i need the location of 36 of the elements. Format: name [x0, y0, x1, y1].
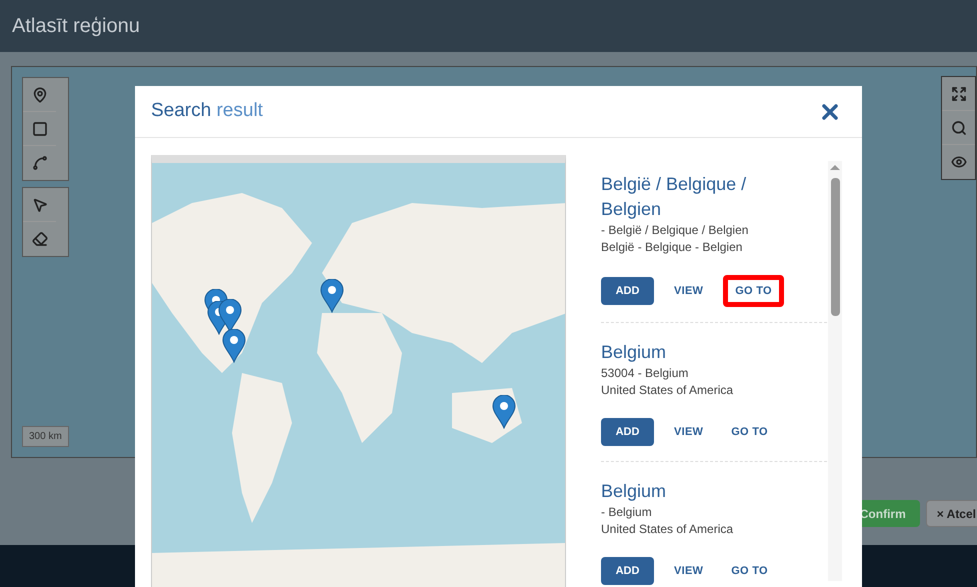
result-detail: België - Belgique - Belgien — [601, 239, 744, 256]
line-icon — [32, 155, 48, 171]
result-detail: United States of America — [601, 521, 734, 538]
scroll-up-icon — [830, 165, 840, 170]
link-button[interactable]: VIEW — [666, 557, 712, 585]
eraser-icon — [32, 231, 48, 247]
result-detail: - Belgium — [601, 504, 653, 521]
dialog-title: Search result — [151, 99, 263, 124]
map-pin-icon — [492, 395, 516, 429]
result-title[interactable]: België / Belgique / Belgien — [601, 172, 786, 222]
map-pin-icon — [218, 299, 242, 333]
link-button[interactable]: VIEW — [666, 277, 712, 305]
link-button[interactable]: VIEW — [666, 418, 712, 446]
add-button[interactable]: ADD — [601, 418, 654, 446]
add-button[interactable]: ADD — [601, 277, 654, 305]
pin-icon — [32, 86, 48, 102]
map-pin-icon — [222, 329, 246, 363]
link-button[interactable]: GO TO — [723, 275, 784, 307]
cancel-button[interactable]: × Atcel — [926, 500, 977, 527]
add-button[interactable]: ADD — [601, 557, 654, 585]
map-scale: 300 km — [22, 426, 69, 447]
link-button[interactable]: GO TO — [723, 418, 776, 446]
eye-icon — [950, 154, 966, 170]
search-icon — [950, 120, 966, 136]
result-detail: United States of America — [601, 382, 734, 399]
fullscreen-icon — [950, 86, 966, 102]
square-icon — [32, 120, 48, 136]
result-detail: 53004 - Belgium — [601, 365, 690, 382]
map-pin-icon — [320, 279, 344, 313]
window-title: Atlasīt reģionu — [12, 14, 140, 39]
result-title[interactable]: Belgium — [601, 340, 786, 365]
pointer-icon — [32, 196, 48, 212]
result-title[interactable]: Belgium — [601, 479, 786, 504]
link-button[interactable]: GO TO — [723, 557, 776, 585]
result-detail: - België / Belgique / Belgien — [601, 222, 750, 239]
scroll-thumb[interactable] — [830, 178, 840, 316]
